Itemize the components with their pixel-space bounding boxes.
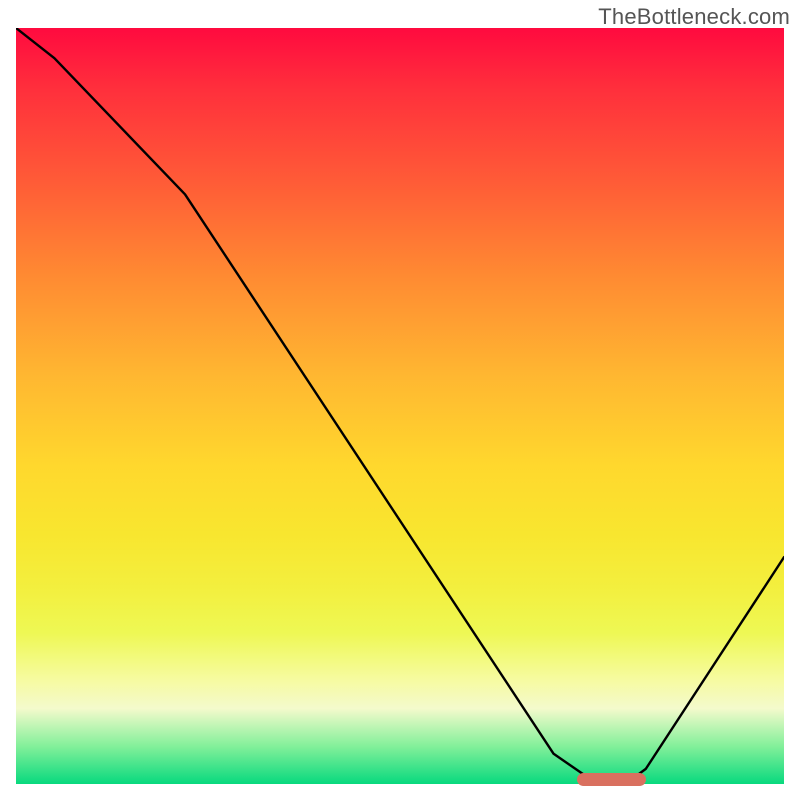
optimal-range-marker [577,773,646,786]
chart-container: TheBottleneck.com [0,0,800,800]
bottleneck-curve [16,28,784,784]
watermark-text: TheBottleneck.com [598,4,790,30]
curve-path [16,28,784,780]
plot-area [16,28,784,784]
